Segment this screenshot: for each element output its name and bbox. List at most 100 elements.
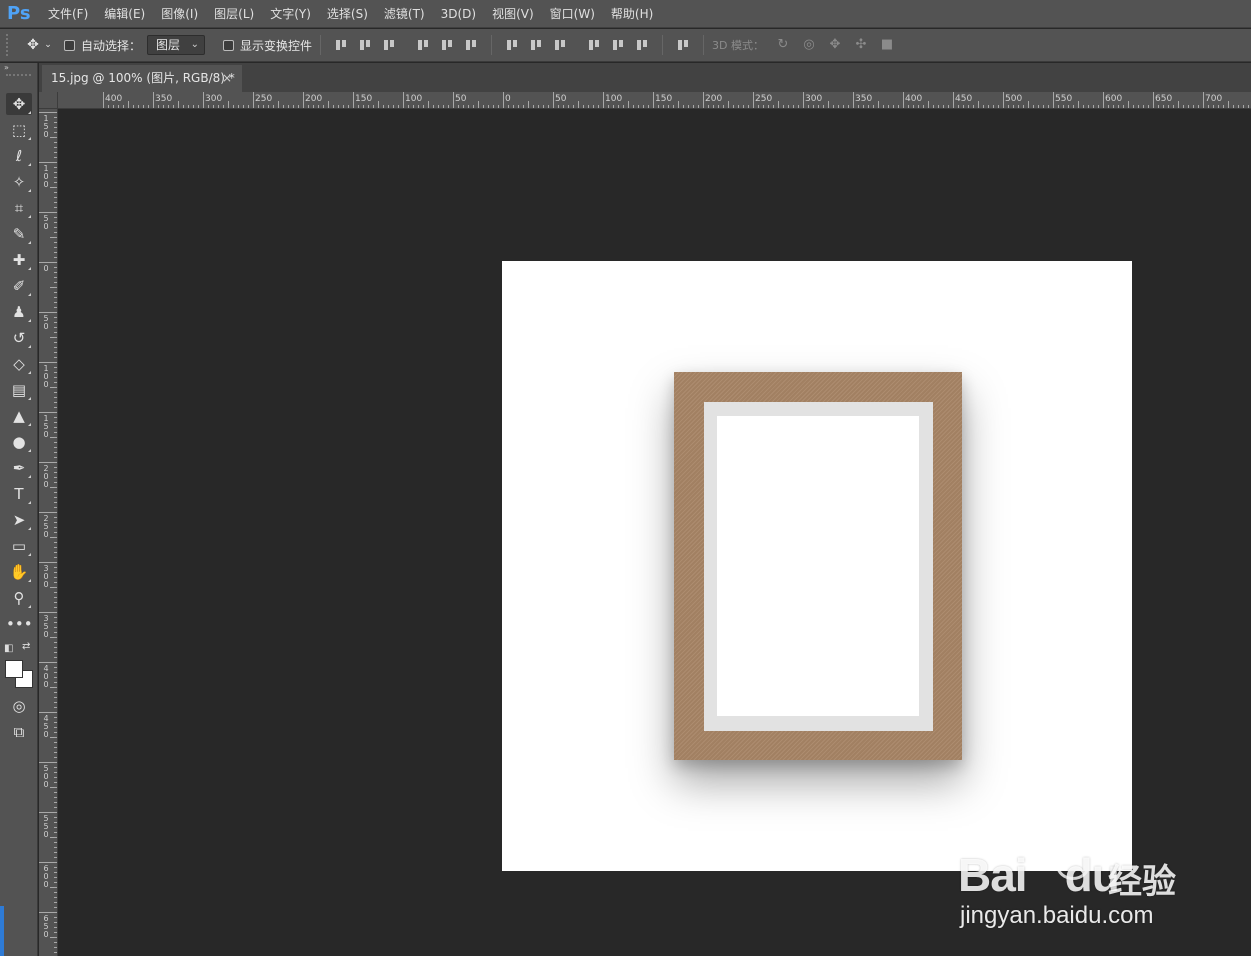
menu-layer[interactable]: 图层(L) <box>206 0 262 28</box>
eyedropper-tool-icon[interactable]: ✎ <box>6 223 32 245</box>
type-tool-icon[interactable]: T <box>6 483 32 505</box>
menu-3d[interactable]: 3D(D) <box>433 0 484 28</box>
gradient-tool-icon[interactable]: ▤ <box>6 379 32 401</box>
more-tools-icon[interactable]: ••• <box>6 613 33 635</box>
ruler-minor-tick <box>54 342 57 343</box>
move-tool-icon[interactable]: ✥ <box>6 93 32 115</box>
menu-image[interactable]: 图像(I) <box>153 0 206 28</box>
history-brush-tool-icon[interactable]: ↺ <box>6 327 32 349</box>
roll-3d-camera-icon[interactable]: ◎ <box>801 37 817 53</box>
ruler-minor-tick <box>54 572 57 573</box>
quick-mask-icon[interactable]: ◎ <box>6 695 32 717</box>
ruler-minor-tick <box>308 105 309 108</box>
chevron-down-icon[interactable]: ⌄ <box>42 40 54 50</box>
menu-bar: Ps 文件(F) 编辑(E) 图像(I) 图层(L) 文字(Y) 选择(S) 滤… <box>0 0 1251 28</box>
ruler-minor-tick <box>54 892 57 893</box>
screen-mode-icon[interactable]: ⧉ <box>6 721 32 743</box>
tool-group-indicator <box>28 501 31 504</box>
options-bar-grip[interactable] <box>6 34 12 56</box>
menu-edit[interactable]: 编辑(E) <box>96 0 153 28</box>
collapse-panel-icon[interactable]: » <box>0 63 37 72</box>
ruler-minor-tick <box>54 677 57 678</box>
align-left-edges-icon[interactable] <box>416 38 430 52</box>
pan-3d-camera-icon[interactable]: ✥ <box>827 37 843 53</box>
crop-tool-icon[interactable]: ⌗ <box>6 197 32 219</box>
ruler-minor-tick <box>50 537 57 538</box>
ruler-minor-tick <box>798 105 799 108</box>
clone-stamp-tool-icon[interactable]: ♟ <box>6 301 32 323</box>
healing-brush-tool-icon[interactable]: ✚ <box>6 249 32 271</box>
vertical-ruler[interactable]: 150 100 50 0 50 100 150 200 250 300 350 400 450 500 55… <box>39 109 58 956</box>
tool-group-indicator <box>28 605 31 608</box>
document-canvas[interactable] <box>502 261 1132 871</box>
ruler-minor-tick <box>54 577 57 578</box>
ruler-minor-tick <box>54 822 57 823</box>
ruler-minor-tick <box>373 105 374 108</box>
menu-filter[interactable]: 滤镜(T) <box>376 0 433 28</box>
ruler-minor-tick <box>413 105 414 108</box>
ruler-tick <box>753 92 754 108</box>
distribute-bottom-edges-icon[interactable] <box>553 38 567 52</box>
eraser-tool-icon[interactable]: ◇ <box>6 353 32 375</box>
path-selection-tool-icon[interactable]: ➤ <box>6 509 32 531</box>
hand-tool-icon[interactable]: ✋ <box>6 561 32 583</box>
ruler-minor-tick <box>548 105 549 108</box>
ruler-minor-tick <box>263 105 264 108</box>
menu-view[interactable]: 视图(V) <box>484 0 542 28</box>
auto-select-target-dropdown[interactable]: 图层 ⌄ <box>147 35 206 55</box>
align-bottom-edges-icon[interactable] <box>382 38 396 52</box>
ruler-minor-tick <box>1168 105 1169 108</box>
dodge-tool-icon[interactable]: ● <box>6 431 32 453</box>
align-top-edges-icon[interactable] <box>334 38 348 52</box>
document-tab[interactable]: 15.jpg @ 100% (图片, RGB/8) * × <box>42 65 242 92</box>
ruler-minor-tick <box>1088 105 1089 108</box>
close-icon[interactable]: × <box>222 65 232 91</box>
ruler-minor-tick <box>54 782 57 783</box>
foreground-color-swatch[interactable] <box>5 660 23 678</box>
orbit-3d-camera-icon[interactable]: ↻ <box>775 37 791 53</box>
ruler-minor-tick <box>1083 105 1084 108</box>
default-colors-icon[interactable]: ◧ <box>4 643 13 654</box>
align-vertical-centers-icon[interactable] <box>358 38 372 52</box>
distribute-left-edges-icon[interactable] <box>587 38 601 52</box>
menu-help[interactable]: 帮助(H) <box>603 0 661 28</box>
ruler-minor-tick <box>54 827 57 828</box>
ruler-origin[interactable] <box>39 92 58 109</box>
menu-type[interactable]: 文字(Y) <box>262 0 319 28</box>
ruler-minor-tick <box>54 897 57 898</box>
ruler-minor-tick <box>593 105 594 108</box>
rectangle-tool-icon[interactable]: ▭ <box>6 535 32 557</box>
distribute-top-edges-icon[interactable] <box>505 38 519 52</box>
align-right-edges-icon[interactable] <box>464 38 478 52</box>
zoom-tool-icon[interactable]: ⚲ <box>6 587 32 609</box>
zoom-3d-camera-icon[interactable]: ■ <box>879 37 895 53</box>
ruler-minor-tick <box>258 105 259 108</box>
blur-tool-icon[interactable]: ▲ <box>6 405 32 427</box>
lasso-tool-icon[interactable]: ℓ <box>6 145 32 167</box>
ruler-minor-tick <box>54 297 57 298</box>
swap-colors-icon[interactable]: ⇄ <box>22 641 30 652</box>
auto-align-layers-icon[interactable] <box>676 38 690 52</box>
align-horizontal-centers-icon[interactable] <box>440 38 454 52</box>
move-tool-preset-icon[interactable]: ✥ <box>24 37 42 53</box>
ruler-minor-tick <box>813 105 814 108</box>
show-transform-controls-checkbox[interactable] <box>223 39 235 51</box>
brush-tool-icon[interactable]: ✐ <box>6 275 32 297</box>
distribute-right-edges-icon[interactable] <box>635 38 649 52</box>
distribute-horizontal-centers-icon[interactable] <box>611 38 625 52</box>
marquee-tool-icon[interactable]: ⬚ <box>6 119 32 141</box>
distribute-vertical-centers-icon[interactable] <box>529 38 543 52</box>
magic-wand-tool-icon[interactable]: ✧ <box>6 171 32 193</box>
auto-select-checkbox[interactable] <box>64 39 75 51</box>
menu-window[interactable]: 窗口(W) <box>542 0 603 28</box>
tools-panel-grip[interactable] <box>6 74 31 76</box>
slide-3d-camera-icon[interactable]: ✣ <box>853 37 869 53</box>
photoshop-logo-icon: Ps <box>7 2 31 24</box>
menu-file[interactable]: 文件(F) <box>40 0 96 28</box>
horizontal-ruler[interactable]: 400 350 300 250 200 150 100 50 0 50 100 150 200 250 30… <box>58 92 1251 109</box>
ruler-tick <box>1053 92 1054 108</box>
ruler-minor-tick <box>50 237 57 238</box>
ruler-minor-tick <box>898 105 899 108</box>
menu-select[interactable]: 选择(S) <box>319 0 376 28</box>
pen-tool-icon[interactable]: ✒ <box>6 457 32 479</box>
